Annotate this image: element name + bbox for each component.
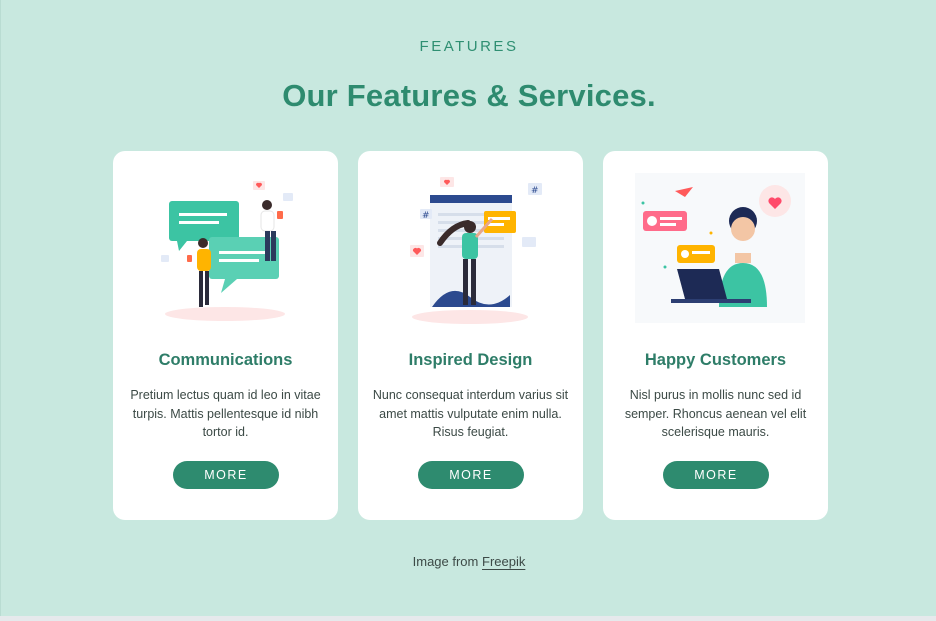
- feature-card-happy-customers: Happy Customers Nisl purus in mollis nun…: [603, 151, 828, 520]
- freepik-link[interactable]: Freepik: [482, 554, 525, 569]
- svg-text:#: #: [531, 186, 539, 196]
- more-button[interactable]: MORE: [418, 461, 524, 489]
- section-title: Our Features & Services.: [282, 78, 656, 113]
- feature-card-inspired-design: # # Inspired Design Nunc consequat inter…: [358, 151, 583, 520]
- card-title: Communications: [158, 351, 293, 369]
- more-button[interactable]: MORE: [663, 461, 769, 489]
- features-section: FEATURES Our Features & Services. Commun…: [0, 0, 936, 616]
- image-credit: Image from Freepik: [1, 554, 936, 569]
- card-title: Happy Customers: [644, 351, 787, 369]
- bottom-border: [0, 616, 936, 621]
- man-laptop-messages-illustration: [635, 173, 805, 323]
- card-description: Pretium lectus quam id leo in vitae turp…: [130, 388, 321, 439]
- chat-bubbles-people-illustration: [161, 181, 293, 321]
- card-description: Nunc consequat interdum varius sit amet …: [372, 388, 569, 439]
- woman-web-design-illustration: # #: [410, 177, 542, 324]
- svg-text:#: #: [422, 211, 430, 221]
- section-eyebrow: FEATURES: [419, 38, 519, 55]
- feature-card-communications: Communications Pretium lectus quam id le…: [113, 151, 338, 520]
- more-button[interactable]: MORE: [173, 461, 279, 489]
- card-title: Inspired Design: [408, 351, 533, 369]
- card-description: Nisl purus in mollis nunc sed id semper.…: [624, 388, 807, 439]
- credit-prefix: Image from: [412, 554, 479, 569]
